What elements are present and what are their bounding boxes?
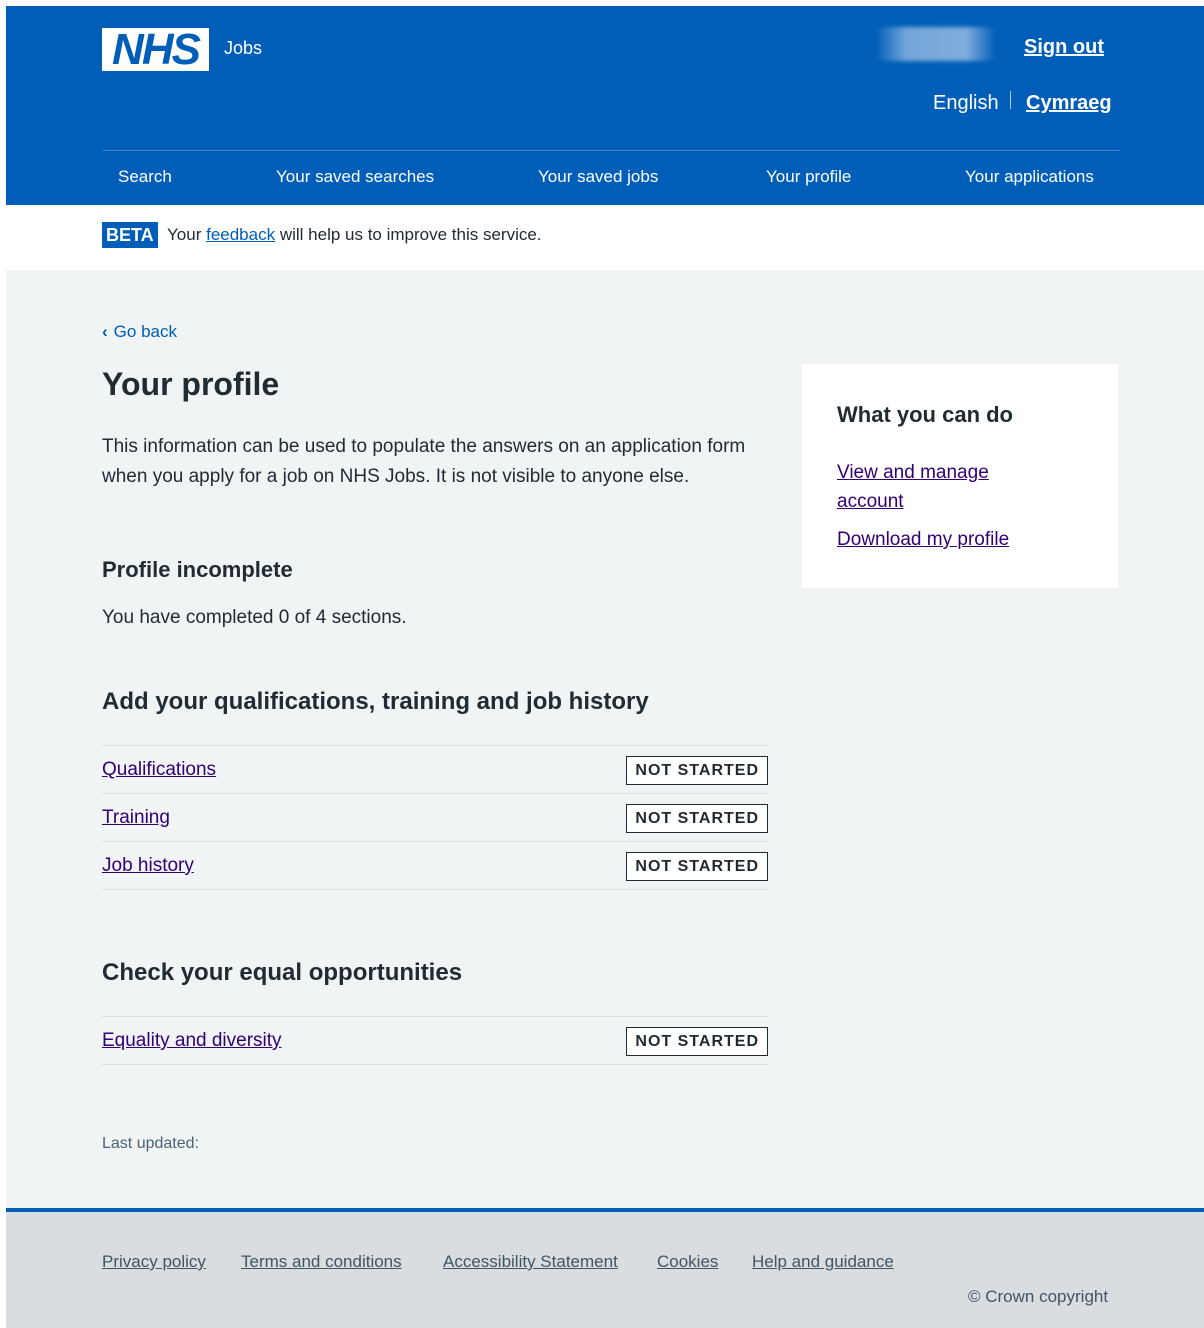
beta-tag: BETA <box>102 222 158 248</box>
footer-cookies-link[interactable]: Cookies <box>657 1252 718 1272</box>
status-badge: NOT STARTED <box>626 852 768 881</box>
go-back-label: Go back <box>113 322 177 341</box>
feedback-link[interactable]: feedback <box>206 225 275 244</box>
nav-saved-jobs[interactable]: Your saved jobs <box>538 167 658 187</box>
primary-navigation: Search Your saved searches Your saved jo… <box>102 150 1120 205</box>
site-header: NHS Jobs Sign out English Cymraeg Search… <box>6 0 1204 205</box>
beta-text-after: will help us to improve this service. <box>279 225 542 244</box>
task-link-job-history[interactable]: Job history <box>102 855 194 877</box>
nav-your-applications[interactable]: Your applications <box>965 167 1094 187</box>
view-manage-account-link[interactable]: View and manage account <box>837 458 1037 516</box>
task-link-qualifications[interactable]: Qualifications <box>102 759 216 781</box>
task-link-equality-diversity[interactable]: Equality and diversity <box>102 1030 282 1052</box>
nhs-logo[interactable]: NHS <box>102 28 209 72</box>
status-badge: NOT STARTED <box>626 756 768 785</box>
panel-heading: What you can do <box>837 402 1013 427</box>
section-heading-qualifications: Add your qualifications, training and jo… <box>102 688 649 715</box>
go-back-link[interactable]: ‹ Go back <box>102 322 177 342</box>
download-profile-link[interactable]: Download my profile <box>837 525 1009 554</box>
task-list-equal-opportunities: Equality and diversity NOT STARTED <box>102 1016 768 1065</box>
footer-help-link[interactable]: Help and guidance <box>752 1252 894 1272</box>
language-divider <box>1010 91 1011 109</box>
site-footer: Privacy policy Terms and conditions Acce… <box>6 1208 1204 1328</box>
task-row: Job history NOT STARTED <box>102 842 768 890</box>
copyright-notice: © Crown copyright <box>968 1287 1109 1306</box>
beta-message: Your feedback will help us to improve th… <box>167 225 542 245</box>
completed-count: You have completed 0 of 4 sections. <box>102 607 407 628</box>
task-row: Qualifications NOT STARTED <box>102 746 768 794</box>
footer-privacy-link[interactable]: Privacy policy <box>102 1252 206 1272</box>
sign-out-link[interactable]: Sign out <box>1024 36 1104 59</box>
profile-status-heading: Profile incomplete <box>102 557 293 582</box>
beta-text-before: Your <box>167 225 202 244</box>
beta-banner: BETA Your feedback will help us to impro… <box>6 205 1204 270</box>
task-list-qualifications: Qualifications NOT STARTED Training NOT … <box>102 745 768 890</box>
language-welsh-link[interactable]: Cymraeg <box>1026 92 1112 115</box>
service-name[interactable]: Jobs <box>224 38 262 59</box>
nav-search[interactable]: Search <box>118 167 172 187</box>
task-row: Training NOT STARTED <box>102 794 768 842</box>
task-link-training[interactable]: Training <box>102 807 170 829</box>
account-name-redacted <box>876 27 996 61</box>
page-title: Your profile <box>102 366 280 402</box>
what-you-can-do-panel: What you can do View and manage account … <box>802 364 1118 588</box>
section-heading-equal-opportunities: Check your equal opportunities <box>102 959 463 986</box>
footer-accessibility-link[interactable]: Accessibility Statement <box>443 1252 618 1272</box>
language-english: English <box>933 92 999 114</box>
last-updated: Last updated: <box>102 1135 199 1152</box>
status-badge: NOT STARTED <box>626 804 768 833</box>
status-badge: NOT STARTED <box>626 1027 768 1056</box>
nav-saved-searches[interactable]: Your saved searches <box>276 167 434 187</box>
task-row: Equality and diversity NOT STARTED <box>102 1017 768 1065</box>
nav-your-profile[interactable]: Your profile <box>766 167 851 187</box>
chevron-left-icon: ‹ <box>102 322 108 341</box>
intro-text: This information can be used to populate… <box>102 436 746 487</box>
footer-terms-link[interactable]: Terms and conditions <box>241 1252 402 1272</box>
